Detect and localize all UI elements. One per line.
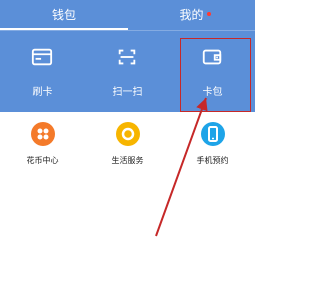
phone-booking-glyph xyxy=(208,126,218,142)
header-divider xyxy=(0,30,255,31)
phone-booking-label: 手机预约 xyxy=(196,156,229,165)
tab-wallet[interactable]: 钱包 xyxy=(0,0,128,30)
card-wallet-highlight xyxy=(180,38,251,112)
swipe-card-button[interactable]: 刷卡 xyxy=(0,40,85,102)
scan-label: 扫一扫 xyxy=(112,87,143,98)
coin-center-glyph xyxy=(37,128,49,140)
coin-center-button[interactable]: 花币中心 xyxy=(0,118,85,178)
swipe-card-label: 刷卡 xyxy=(32,87,53,98)
phone-booking-button[interactable]: 手机预约 xyxy=(170,118,255,178)
life-service-icon xyxy=(116,122,140,146)
phone-booking-icon xyxy=(201,122,225,146)
life-service-label: 生活服务 xyxy=(111,156,144,165)
life-service-glyph xyxy=(121,127,135,141)
top-tab-bar: 钱包 我的 xyxy=(0,0,255,30)
tab-mine[interactable]: 我的 xyxy=(128,0,255,30)
coin-center-label: 花币中心 xyxy=(26,156,59,165)
scan-button[interactable]: 扫一扫 xyxy=(85,40,170,102)
scan-icon xyxy=(118,49,136,65)
notification-dot xyxy=(207,12,211,16)
coin-center-icon xyxy=(31,122,55,146)
card-icon xyxy=(31,48,53,66)
life-service-button[interactable]: 生活服务 xyxy=(85,118,170,178)
wallet-header: 钱包 我的 刷卡 扫一扫 卡包 xyxy=(0,0,255,112)
